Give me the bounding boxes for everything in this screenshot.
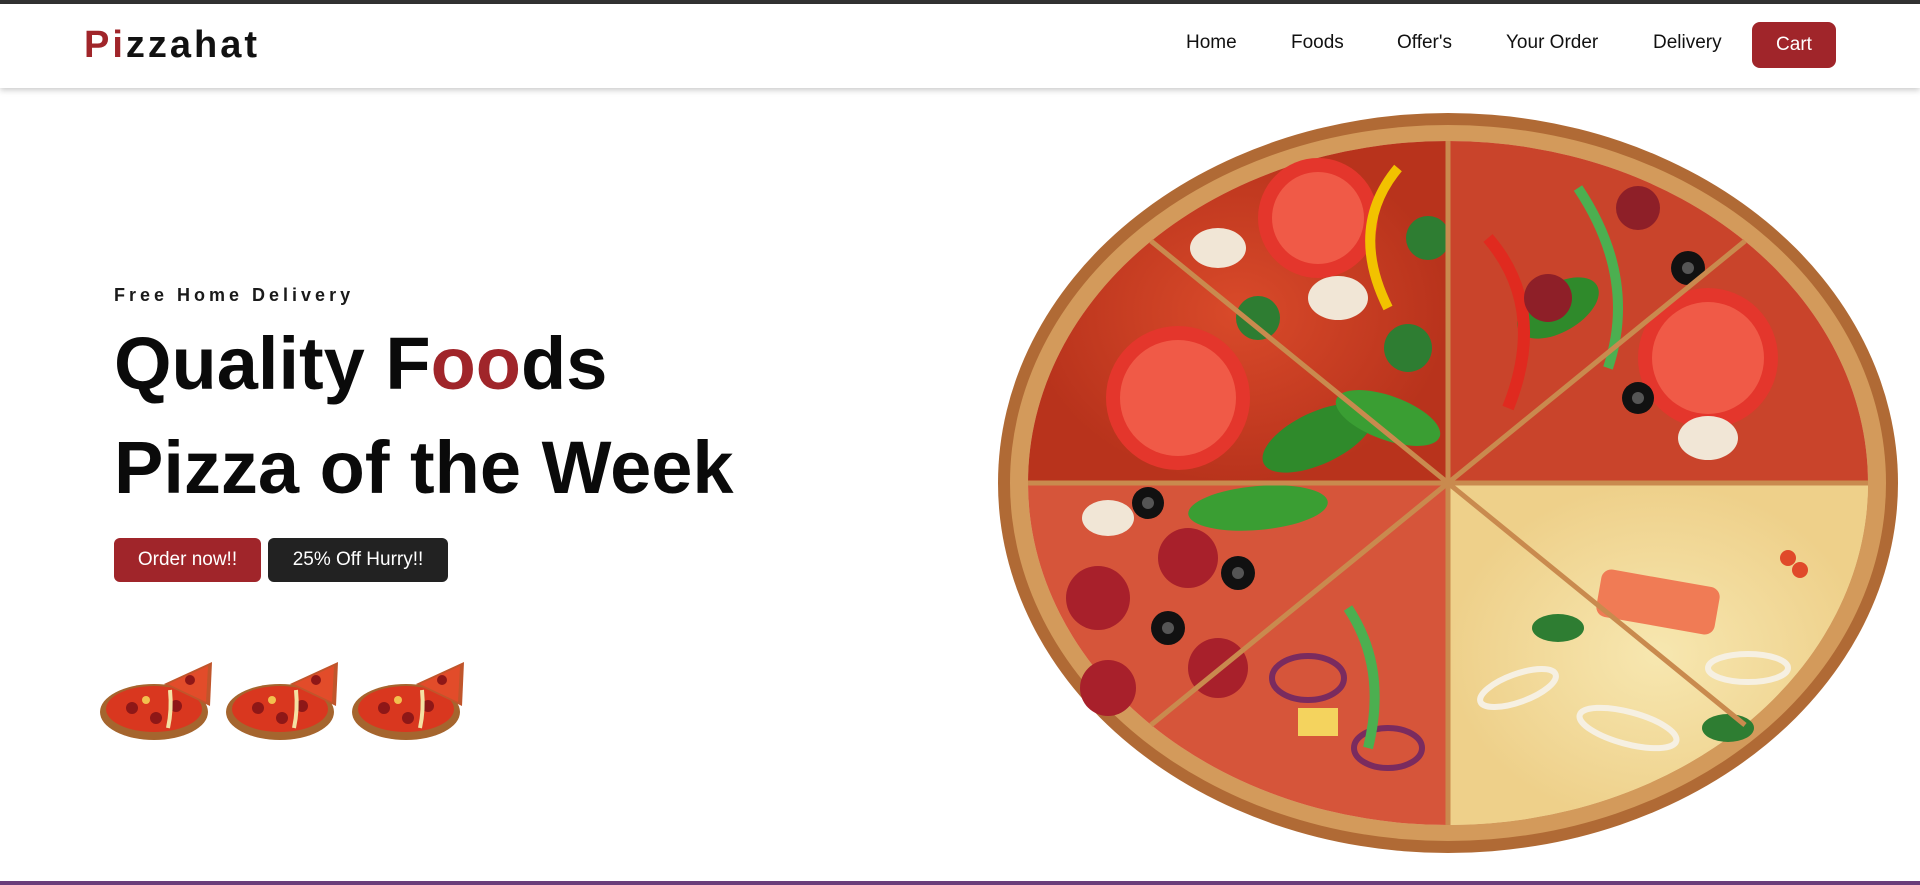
nav-offers[interactable]: Offer's (1397, 32, 1452, 54)
logo-accent: Pi (84, 24, 126, 66)
nav-delivery[interactable]: Delivery (1653, 32, 1722, 54)
nav-your-order[interactable]: Your Order (1506, 32, 1598, 54)
headline-part2: ds (521, 322, 608, 405)
headline-part1: Quality F (114, 322, 431, 405)
bottom-border (0, 881, 1920, 885)
offer-button[interactable]: 25% Off Hurry!! (268, 538, 448, 582)
pizza-slice-icon (100, 662, 212, 740)
brand-logo[interactable]: Pizzahat (84, 24, 260, 67)
nav-foods[interactable]: Foods (1291, 32, 1344, 54)
nav-home[interactable]: Home (1186, 32, 1237, 54)
site-header: Pizzahat Home Foods Offer's Your Order D… (0, 4, 1920, 88)
order-now-button[interactable]: Order now!! (114, 538, 261, 582)
pizza-slice-icon (352, 662, 464, 740)
hero-tagline: Free Home Delivery (114, 285, 355, 305)
pizza-slice-icon (226, 662, 338, 740)
mixed-pizza-image (998, 113, 1898, 853)
cart-button[interactable]: Cart (1752, 22, 1836, 68)
logo-rest: zzahat (125, 24, 261, 66)
headline-highlight: oo (430, 322, 522, 405)
hero-subheadline: Pizza of the Week (114, 426, 734, 509)
hero-headline: Quality Foods (114, 322, 607, 406)
